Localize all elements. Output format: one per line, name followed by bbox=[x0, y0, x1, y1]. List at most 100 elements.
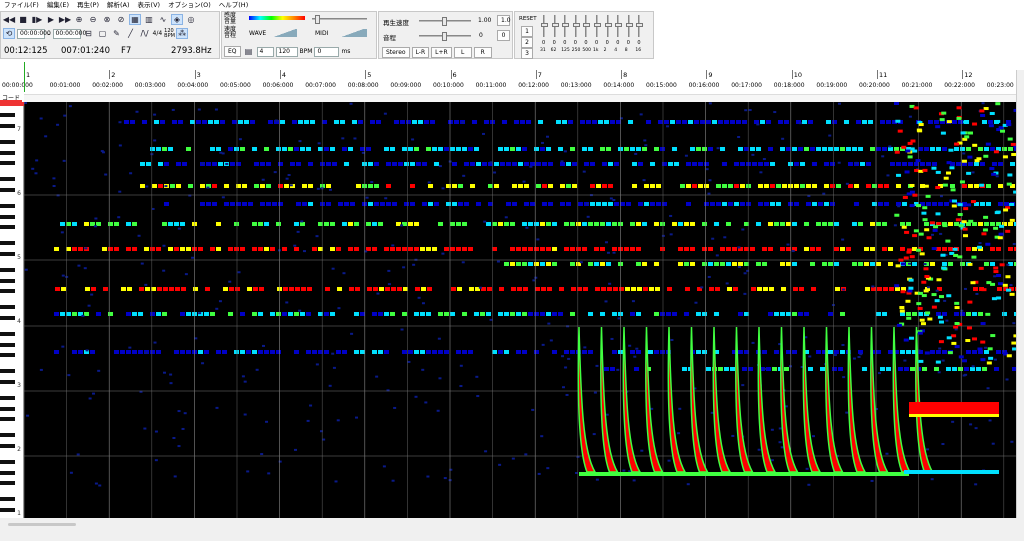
eq-band-thumb[interactable] bbox=[594, 23, 601, 27]
menu-edit[interactable]: 編集(E) bbox=[43, 0, 73, 10]
eq-band-thumb[interactable] bbox=[636, 23, 644, 27]
eq-reset-button[interactable]: RESET bbox=[519, 16, 537, 22]
menu-view[interactable]: 表示(V) bbox=[134, 0, 165, 10]
black-key[interactable] bbox=[0, 369, 15, 374]
stop-icon[interactable]: ■ bbox=[17, 14, 29, 25]
eq-band-thumb[interactable] bbox=[562, 23, 570, 27]
black-key[interactable] bbox=[0, 497, 15, 502]
eq-preset-2[interactable]: 2 bbox=[521, 37, 533, 48]
black-key[interactable] bbox=[0, 252, 15, 256]
bars-view-icon[interactable]: ▥ bbox=[143, 14, 155, 25]
black-key[interactable] bbox=[0, 417, 15, 422]
loop-start-field[interactable]: 00:00:000 bbox=[17, 28, 51, 39]
black-key[interactable] bbox=[0, 444, 15, 448]
zoom-fit-icon[interactable]: ⊗ bbox=[101, 14, 113, 25]
playhead[interactable] bbox=[24, 62, 25, 92]
black-key[interactable] bbox=[0, 214, 15, 219]
speed-thumb[interactable] bbox=[442, 17, 447, 26]
black-key[interactable] bbox=[0, 177, 15, 182]
eq-band-slider[interactable] bbox=[604, 15, 612, 37]
black-key[interactable] bbox=[0, 289, 15, 294]
volume-slider[interactable] bbox=[312, 15, 367, 24]
black-key[interactable] bbox=[0, 305, 15, 310]
vertical-scrollbar[interactable] bbox=[1016, 70, 1024, 518]
chord-lane[interactable] bbox=[24, 94, 1016, 102]
black-key[interactable] bbox=[0, 481, 15, 486]
black-key[interactable] bbox=[0, 225, 15, 230]
menu-play[interactable]: 再生(P) bbox=[73, 0, 103, 10]
channel-r-button[interactable]: R bbox=[473, 47, 492, 58]
channel-lminusr-button[interactable]: L-R bbox=[411, 47, 430, 58]
menu-file[interactable]: ファイル(F) bbox=[0, 0, 43, 10]
channel-stereo-button[interactable]: Stereo bbox=[382, 47, 410, 58]
black-key[interactable] bbox=[0, 342, 15, 347]
eq-preset-3[interactable]: 3 bbox=[521, 48, 533, 59]
zoom-in-icon[interactable]: ⊕ bbox=[73, 14, 85, 25]
zoom-out-icon[interactable]: ⊖ bbox=[87, 14, 99, 25]
eq-band-slider[interactable] bbox=[615, 15, 623, 37]
menu-analyze[interactable]: 解析(A) bbox=[103, 0, 134, 10]
black-key[interactable] bbox=[0, 316, 15, 320]
black-key[interactable] bbox=[0, 124, 15, 128]
black-key[interactable] bbox=[0, 241, 15, 246]
black-key[interactable] bbox=[0, 508, 15, 512]
black-key[interactable] bbox=[0, 380, 15, 384]
channel-l-button[interactable]: L bbox=[453, 47, 472, 58]
midi-volume-ramp[interactable] bbox=[332, 29, 367, 37]
eq-band-thumb[interactable] bbox=[604, 23, 612, 27]
settings-view-icon[interactable]: ◎ bbox=[185, 14, 197, 25]
black-key[interactable] bbox=[0, 332, 15, 336]
line-icon[interactable]: ╱ bbox=[125, 28, 137, 39]
speed-slider[interactable] bbox=[419, 17, 471, 26]
eq-button[interactable]: EQ bbox=[224, 46, 241, 57]
eq-band-slider[interactable] bbox=[583, 15, 591, 37]
black-key[interactable] bbox=[0, 140, 15, 144]
eq-band-slider[interactable] bbox=[636, 15, 644, 37]
offset-field[interactable]: 0 bbox=[314, 46, 340, 57]
time-signature[interactable]: 4/4 bbox=[153, 30, 163, 37]
fast-forward-icon[interactable]: ▶▶ bbox=[59, 14, 71, 25]
black-key[interactable] bbox=[0, 268, 15, 272]
play-pause-icon[interactable]: ▮▶ bbox=[31, 14, 43, 25]
eq-band-slider[interactable] bbox=[572, 15, 580, 37]
grid-view-icon[interactable]: ▦ bbox=[129, 14, 141, 25]
pitch-reset-button[interactable]: 0 bbox=[497, 30, 510, 41]
piano-keyboard[interactable]: 7654321 bbox=[0, 102, 24, 518]
spectrogram-view[interactable] bbox=[24, 102, 1016, 518]
black-key[interactable] bbox=[0, 406, 15, 411]
horizontal-scrollbar[interactable] bbox=[8, 523, 76, 526]
beats-field[interactable]: 4 bbox=[256, 46, 274, 57]
eq-band-slider[interactable] bbox=[562, 15, 570, 37]
eq-band-thumb[interactable] bbox=[541, 23, 548, 27]
black-key[interactable] bbox=[0, 113, 15, 118]
menu-options[interactable]: オプション(O) bbox=[164, 0, 215, 10]
eq-band-thumb[interactable] bbox=[572, 23, 580, 27]
timeline-ruler[interactable]: 1 2 3 4 5 6 7 8 9 10 11 12 00:00:000 00:01:000 00:02:0… bbox=[2, 62, 1016, 94]
black-key[interactable] bbox=[0, 161, 15, 166]
wave-view-icon[interactable]: ∿ bbox=[157, 14, 169, 25]
black-key[interactable] bbox=[0, 470, 15, 475]
eq-band-slider[interactable] bbox=[625, 15, 633, 37]
eq-band-slider[interactable] bbox=[594, 15, 601, 37]
eq-band-slider[interactable] bbox=[541, 15, 548, 37]
channel-lplusr-button[interactable]: L+R bbox=[431, 47, 452, 58]
rewind-icon[interactable]: ◀◀ bbox=[3, 14, 15, 25]
black-key[interactable] bbox=[0, 278, 15, 283]
black-key[interactable] bbox=[0, 460, 15, 464]
speed-reset-button[interactable]: 1.0 bbox=[497, 15, 511, 26]
pencil-icon[interactable]: ✎ bbox=[111, 28, 123, 39]
eq-band-thumb[interactable] bbox=[625, 23, 633, 27]
pitch-slider[interactable] bbox=[419, 32, 471, 41]
black-key[interactable] bbox=[0, 204, 15, 208]
eq-band-thumb[interactable] bbox=[551, 23, 559, 27]
eq-band-slider[interactable] bbox=[551, 15, 559, 37]
copy-icon[interactable]: ▢ bbox=[97, 28, 109, 39]
wave-volume-ramp[interactable] bbox=[267, 29, 297, 37]
black-key[interactable] bbox=[0, 353, 15, 358]
black-key[interactable] bbox=[0, 396, 15, 400]
wave-icon[interactable]: /\/ bbox=[139, 28, 151, 39]
eq-band-thumb[interactable] bbox=[615, 23, 623, 27]
play-icon[interactable]: ▶ bbox=[45, 14, 57, 25]
volume-thumb[interactable] bbox=[315, 15, 320, 24]
black-key[interactable] bbox=[0, 188, 15, 192]
